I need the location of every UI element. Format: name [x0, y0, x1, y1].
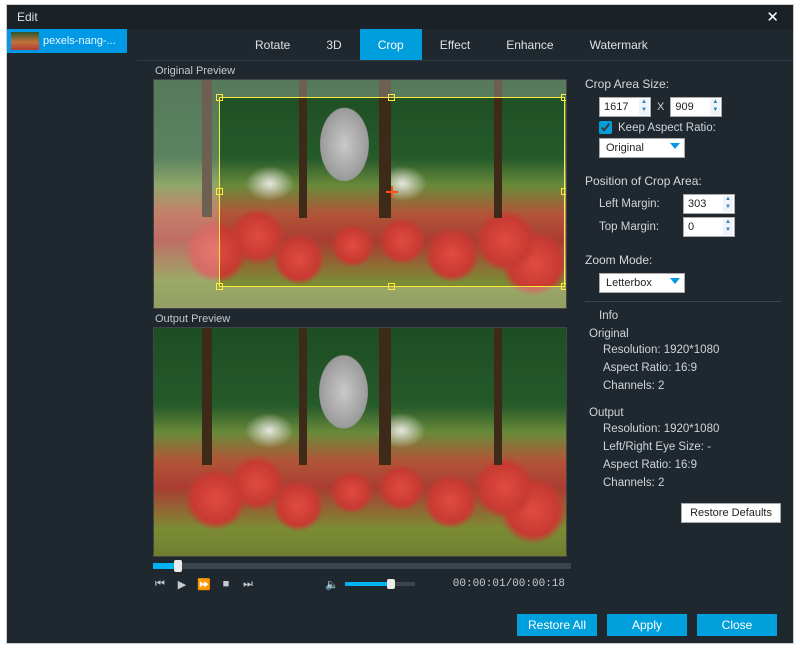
time-display: 00:00:01/00:00:18 [453, 578, 565, 590]
zoom-mode-value: Letterbox [606, 277, 652, 289]
tab-rotate[interactable]: Rotate [237, 29, 308, 60]
footer: Restore All Apply Close [137, 607, 793, 643]
left-margin-value: 303 [688, 198, 706, 210]
prev-icon[interactable]: ⏮ [153, 577, 167, 591]
position-label: Position of Crop Area: [585, 174, 781, 188]
side-panel: Crop Area Size: 1617 ▲▼ X 909 ▲▼ [577, 61, 793, 607]
output-preview-label: Output Preview [155, 313, 571, 325]
crop-center-icon[interactable] [386, 186, 398, 198]
content: Original Preview [137, 61, 793, 607]
play-icon[interactable]: ▶ [175, 577, 189, 591]
progress-bar[interactable] [153, 563, 571, 569]
aspect-ratio-select[interactable]: Original [599, 138, 685, 158]
volume-knob[interactable] [387, 579, 395, 589]
crop-height-input[interactable]: 909 ▲▼ [670, 97, 722, 117]
crop-height-value: 909 [675, 101, 693, 113]
left-margin-row: Left Margin: 303 ▲▼ [599, 194, 781, 214]
apply-button[interactable]: Apply [607, 614, 687, 636]
volume-bar[interactable] [345, 582, 415, 586]
crop-handle-bm[interactable] [388, 283, 395, 290]
keep-aspect-ratio-label: Keep Aspect Ratio: [618, 122, 716, 134]
progress-knob[interactable] [174, 560, 182, 572]
top-margin-spinner[interactable]: ▲▼ [723, 219, 733, 235]
restore-defaults-button[interactable]: Restore Defaults [681, 503, 781, 523]
info-original-heading: Original [589, 328, 781, 340]
aspect-ratio-value: Original [606, 142, 644, 154]
crop-handle-tl[interactable] [216, 94, 223, 101]
info-output-resolution: Resolution: 1920*1080 [603, 421, 781, 439]
keep-aspect-ratio[interactable]: Keep Aspect Ratio: [599, 121, 781, 134]
divider [585, 301, 781, 302]
crop-size-row: 1617 ▲▼ X 909 ▲▼ [599, 97, 781, 117]
info-output-eye: Left/Right Eye Size: - [603, 439, 781, 457]
file-thumb[interactable]: pexels-nang-... [7, 29, 127, 53]
crop-size-label: Crop Area Size: [585, 77, 781, 91]
left-margin-label: Left Margin: [599, 198, 677, 210]
titlebar: Edit ✕ [7, 5, 793, 29]
tab-watermark[interactable]: Watermark [572, 29, 666, 60]
tab-effect[interactable]: Effect [422, 29, 488, 60]
crop-handle-tr[interactable] [561, 94, 567, 101]
tab-enhance[interactable]: Enhance [488, 29, 571, 60]
size-separator: X [657, 101, 664, 113]
tab-crop[interactable]: Crop [360, 29, 422, 60]
controls-row: ⏮ ▶ ⏩ ■ ⏭ 🔈 [153, 575, 571, 597]
right-column: Rotate 3D Crop Effect Enhance Watermark … [137, 29, 793, 643]
tab-3d[interactable]: 3D [308, 29, 359, 60]
preview-column: Original Preview [137, 61, 577, 607]
crop-height-spinner[interactable]: ▲▼ [710, 99, 720, 115]
tabs: Rotate 3D Crop Effect Enhance Watermark [137, 29, 793, 61]
info-original-aspect: Aspect Ratio: 16:9 [603, 360, 781, 378]
volume-control: 🔈 [325, 577, 415, 591]
zoom-mode-label: Zoom Mode: [585, 253, 781, 267]
info-output-channels: Channels: 2 [603, 475, 781, 493]
chevron-down-icon [670, 143, 680, 149]
edit-window: Edit ✕ pexels-nang-... Rotate 3D Crop Ef… [6, 4, 794, 644]
file-name: pexels-nang-... [43, 35, 116, 47]
window-title: Edit [17, 10, 38, 24]
info-heading: Info [599, 310, 781, 322]
crop-handle-tm[interactable] [388, 94, 395, 101]
crop-width-value: 1617 [604, 101, 628, 113]
left-margin-input[interactable]: 303 ▲▼ [683, 194, 735, 214]
stop-icon[interactable]: ■ [219, 577, 233, 591]
top-margin-value: 0 [688, 221, 694, 233]
crop-width-input[interactable]: 1617 ▲▼ [599, 97, 651, 117]
keep-aspect-ratio-checkbox[interactable] [599, 121, 612, 134]
original-preview-label: Original Preview [155, 65, 571, 77]
info-output-heading: Output [589, 407, 781, 419]
restore-all-button[interactable]: Restore All [517, 614, 597, 636]
zoom-mode-select[interactable]: Letterbox [599, 273, 685, 293]
top-margin-input[interactable]: 0 ▲▼ [683, 217, 735, 237]
top-margin-row: Top Margin: 0 ▲▼ [599, 217, 781, 237]
close-button[interactable]: Close [697, 614, 777, 636]
original-preview[interactable] [153, 79, 567, 309]
close-icon[interactable]: ✕ [762, 8, 783, 26]
info-output-aspect: Aspect Ratio: 16:9 [603, 457, 781, 475]
crop-handle-bl[interactable] [216, 283, 223, 290]
fast-forward-icon[interactable]: ⏩ [197, 577, 211, 591]
chevron-down-icon [670, 278, 680, 284]
crop-handle-mr[interactable] [561, 188, 567, 195]
file-list: pexels-nang-... [7, 29, 137, 643]
crop-handle-br[interactable] [561, 283, 567, 290]
info-original-channels: Channels: 2 [603, 378, 781, 396]
output-image [154, 328, 566, 556]
crop-width-spinner[interactable]: ▲▼ [639, 99, 649, 115]
volume-fill [345, 582, 391, 586]
crop-rectangle[interactable] [220, 98, 564, 286]
left-margin-spinner[interactable]: ▲▼ [723, 196, 733, 212]
info-original-resolution: Resolution: 1920*1080 [603, 342, 781, 360]
crop-handle-ml[interactable] [216, 188, 223, 195]
next-icon[interactable]: ⏭ [241, 577, 255, 591]
file-thumbnail-icon [11, 32, 39, 50]
output-preview [153, 327, 567, 557]
playback-area: ⏮ ▶ ⏩ ■ ⏭ 🔈 [153, 559, 571, 597]
top-margin-label: Top Margin: [599, 221, 677, 233]
volume-icon[interactable]: 🔈 [325, 577, 339, 591]
info-block: Info Original Resolution: 1920*1080 Aspe… [589, 310, 781, 493]
playback-buttons: ⏮ ▶ ⏩ ■ ⏭ [153, 577, 255, 591]
body: pexels-nang-... Rotate 3D Crop Effect En… [7, 29, 793, 643]
